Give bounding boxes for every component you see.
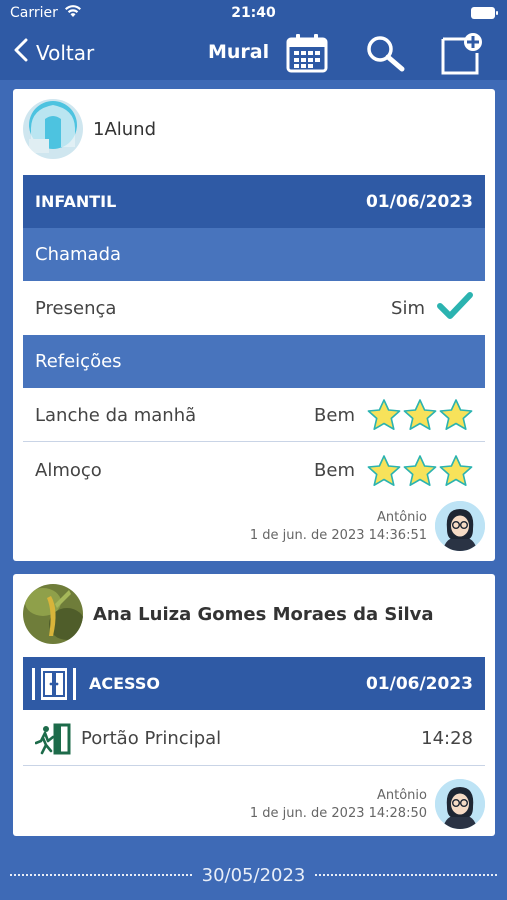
post-timestamp: 1 de jun. de 2023 14:28:50 <box>249 806 427 821</box>
back-button[interactable]: Voltar <box>14 38 94 67</box>
chevron-left-icon <box>14 38 28 67</box>
star-icon <box>367 399 401 430</box>
battery-icon <box>471 7 498 19</box>
author-name: Antônio <box>377 510 427 525</box>
section-title-meals: Refeições <box>23 335 485 388</box>
post-date: 01/06/2023 <box>365 673 473 694</box>
teacher-avatar <box>435 501 485 551</box>
add-post-icon[interactable] <box>440 33 484 79</box>
post-card[interactable]: 1Alund INFANTIL 01/06/2023 Chamada Prese… <box>13 89 495 561</box>
section-title-label: Chamada <box>35 244 122 265</box>
star-icon <box>439 454 473 486</box>
row-value: Bem <box>314 460 355 481</box>
student-avatar <box>23 99 83 159</box>
calendar-icon[interactable] <box>286 33 328 77</box>
rating-stars <box>367 454 473 487</box>
search-icon[interactable] <box>364 33 406 77</box>
rating-stars <box>367 399 473 431</box>
attendance-row: Presença Sim <box>23 282 485 335</box>
star-icon <box>403 454 437 486</box>
post-timestamp: 1 de jun. de 2023 14:36:51 <box>249 528 427 543</box>
clock: 21:40 <box>231 5 276 21</box>
row-label: Portão Principal <box>81 728 222 749</box>
post-date: 01/06/2023 <box>365 191 473 212</box>
teacher-avatar <box>435 779 485 829</box>
star-icon <box>403 399 437 430</box>
divider-line <box>315 874 497 876</box>
meal-row: Almoço Bem <box>23 444 485 497</box>
star-icon <box>367 454 401 486</box>
meal-row: Lanche da manhã Bem <box>23 389 485 442</box>
student-name: 1Alund <box>93 119 157 140</box>
row-label: Almoço <box>35 460 102 481</box>
date-divider: 30/05/2023 <box>0 862 507 888</box>
author-name: Antônio <box>377 788 427 803</box>
row-value: Sim <box>391 298 425 319</box>
nav-bar: Voltar Mural <box>0 26 507 80</box>
access-row: Portão Principal 14:28 <box>23 712 485 766</box>
post-card[interactable]: Ana Luiza Gomes Moraes da Silva ACESSO 0… <box>13 574 495 836</box>
page-title: Mural <box>208 41 270 63</box>
post-header: ACESSO 01/06/2023 <box>23 657 485 710</box>
exit-door-icon <box>35 723 71 755</box>
access-gate-icon <box>31 666 77 702</box>
post-meta: Antônio 1 de jun. de 2023 14:36:51 <box>250 509 427 545</box>
student-name: Ana Luiza Gomes Moraes da Silva <box>93 604 434 625</box>
row-value: Bem <box>314 404 355 426</box>
status-bar: Carrier 21:40 <box>0 0 507 26</box>
divider-date: 30/05/2023 <box>201 864 306 886</box>
section-title-attendance: Chamada <box>23 228 485 281</box>
row-label: Lanche da manhã <box>35 404 197 426</box>
post-category: ACESSO <box>89 674 160 693</box>
post-meta: Antônio 1 de jun. de 2023 14:28:50 <box>250 787 427 823</box>
row-value: 14:28 <box>421 728 473 749</box>
back-label: Voltar <box>36 40 95 65</box>
row-label: Presença <box>35 298 117 319</box>
section-title-label: Refeições <box>35 351 122 372</box>
student-avatar <box>23 584 83 644</box>
post-header: INFANTIL 01/06/2023 <box>23 175 485 228</box>
check-icon <box>437 291 473 326</box>
divider-line <box>10 874 192 876</box>
star-icon <box>439 399 473 430</box>
post-category: INFANTIL <box>35 192 117 211</box>
